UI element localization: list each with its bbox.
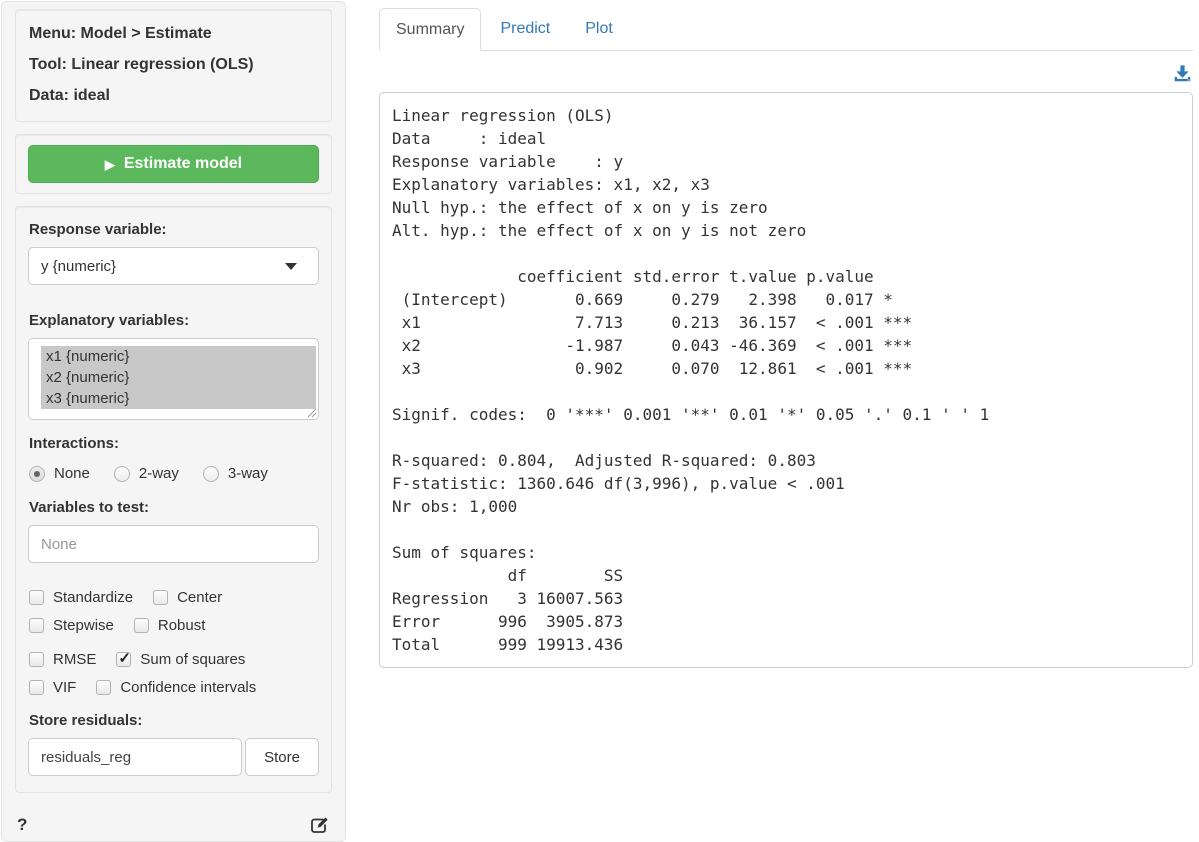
checkbox-standardize[interactable]: Standardize bbox=[29, 589, 133, 606]
interactions-radio-2way[interactable]: 2-way bbox=[114, 465, 179, 482]
checkbox-label: Sum of squares bbox=[140, 651, 245, 668]
option-x2[interactable]: x2 {numeric} bbox=[41, 367, 316, 388]
sidebar: Menu: Model > Estimate Tool: Linear regr… bbox=[1, 1, 346, 842]
main-panel: Summary Predict Plot Linear regression (… bbox=[346, 0, 1199, 842]
chevron-down-icon bbox=[285, 263, 297, 270]
checkbox-rmse[interactable]: RMSE bbox=[29, 651, 96, 668]
checkbox-center[interactable]: Center bbox=[153, 589, 222, 606]
store-residuals-row: Store bbox=[28, 738, 319, 776]
radio-label: 3-way bbox=[228, 465, 268, 482]
estimate-model-label: Estimate model bbox=[124, 155, 242, 173]
radio-icon bbox=[29, 466, 45, 482]
resize-handle-icon[interactable] bbox=[307, 408, 317, 418]
radio-icon bbox=[203, 466, 219, 482]
checkbox-icon bbox=[29, 590, 44, 605]
checkbox-icon bbox=[96, 680, 111, 695]
menu-path: Menu: Model > Estimate bbox=[29, 25, 318, 43]
checkbox-checked-icon bbox=[116, 652, 131, 667]
explanatory-variables-label: Explanatory variables: bbox=[29, 312, 319, 329]
model-form-panel: Response variable: y {numeric} Explanato… bbox=[15, 206, 332, 793]
checkbox-confidence-intervals[interactable]: Confidence intervals bbox=[96, 679, 256, 696]
checkbox-icon bbox=[29, 652, 44, 667]
checkbox-icon bbox=[134, 618, 149, 633]
option-x1[interactable]: x1 {numeric} bbox=[41, 346, 316, 367]
regression-summary-output: Linear regression (OLS) Data : ideal Res… bbox=[379, 92, 1193, 668]
estimate-panel: ▶ Estimate model bbox=[15, 134, 332, 194]
tab-bar: Summary Predict Plot bbox=[379, 8, 1193, 51]
sidebar-footer: ? bbox=[15, 805, 332, 835]
interactions-label: Interactions: bbox=[29, 435, 319, 452]
play-icon: ▶ bbox=[105, 158, 115, 171]
dataset-name: Data: ideal bbox=[29, 87, 318, 105]
variables-to-test-label: Variables to test: bbox=[29, 499, 319, 516]
option-x3[interactable]: x3 {numeric} bbox=[41, 388, 316, 409]
report-toolbar bbox=[379, 51, 1193, 92]
radio-icon bbox=[114, 466, 130, 482]
tool-name: Tool: Linear regression (OLS) bbox=[29, 56, 318, 74]
response-variable-value: y {numeric} bbox=[41, 258, 116, 275]
radiant-app: Menu: Model > Estimate Tool: Linear regr… bbox=[0, 0, 1199, 842]
checkbox-sum-of-squares[interactable]: Sum of squares bbox=[116, 651, 245, 668]
response-variable-select[interactable]: y {numeric} bbox=[28, 247, 319, 285]
estimate-model-button[interactable]: ▶ Estimate model bbox=[28, 145, 319, 183]
model-info-panel: Menu: Model > Estimate Tool: Linear regr… bbox=[15, 9, 332, 122]
download-icon[interactable] bbox=[1173, 64, 1192, 83]
checkbox-stepwise[interactable]: Stepwise bbox=[29, 617, 114, 634]
checkbox-label: Standardize bbox=[53, 589, 133, 606]
model-options-group: Standardize Center Stepwise Robust bbox=[28, 589, 319, 634]
checkbox-vif[interactable]: VIF bbox=[29, 679, 76, 696]
checkbox-icon bbox=[29, 618, 44, 633]
help-icon[interactable]: ? bbox=[17, 815, 27, 835]
checkbox-label: VIF bbox=[53, 679, 76, 696]
radio-label: None bbox=[54, 465, 90, 482]
checkbox-label: Robust bbox=[158, 617, 206, 634]
variables-to-test-input[interactable] bbox=[28, 525, 319, 563]
response-variable-label: Response variable: bbox=[29, 221, 319, 238]
checkbox-icon bbox=[29, 680, 44, 695]
store-residuals-input[interactable] bbox=[28, 738, 242, 776]
interactions-radio-none[interactable]: None bbox=[29, 465, 90, 482]
interactions-radio-3way[interactable]: 3-way bbox=[203, 465, 268, 482]
edit-icon[interactable] bbox=[309, 814, 330, 835]
output-options-group: RMSE Sum of squares VIF Confidence inter… bbox=[28, 651, 319, 696]
interactions-radio-group: None 2-way 3-way bbox=[29, 465, 319, 482]
checkbox-label: Center bbox=[177, 589, 222, 606]
explanatory-variables-select[interactable]: x1 {numeric} x2 {numeric} x3 {numeric} bbox=[28, 338, 319, 420]
radio-label: 2-way bbox=[139, 465, 179, 482]
checkbox-icon bbox=[153, 590, 168, 605]
checkbox-label: Confidence intervals bbox=[120, 679, 256, 696]
tab-predict[interactable]: Predict bbox=[484, 8, 566, 51]
store-button[interactable]: Store bbox=[245, 738, 319, 776]
checkbox-robust[interactable]: Robust bbox=[134, 617, 206, 634]
tab-summary[interactable]: Summary bbox=[379, 8, 481, 51]
checkbox-label: RMSE bbox=[53, 651, 96, 668]
store-residuals-label: Store residuals: bbox=[29, 712, 319, 729]
checkbox-label: Stepwise bbox=[53, 617, 114, 634]
tab-plot[interactable]: Plot bbox=[569, 8, 629, 51]
